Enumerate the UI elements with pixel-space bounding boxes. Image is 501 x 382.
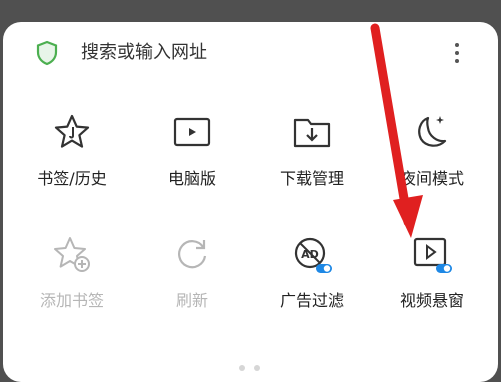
tile-add-bookmark[interactable]: 添加书签 xyxy=(17,234,127,334)
video-window-icon xyxy=(413,237,452,273)
tile-refresh[interactable]: 刷新 xyxy=(137,234,247,334)
tile-download-manager[interactable]: 下载管理 xyxy=(257,112,367,212)
download-folder-icon xyxy=(293,118,331,148)
page-dot xyxy=(254,365,260,371)
page-dot xyxy=(239,365,245,371)
more-options-icon[interactable] xyxy=(451,40,463,68)
desktop-icon xyxy=(173,117,211,147)
page-indicator xyxy=(239,356,269,375)
tile-label: 电脑版 xyxy=(167,169,216,188)
tile-ad-filter[interactable]: AD 广告过滤 xyxy=(257,234,367,334)
tile-label: 下载管理 xyxy=(279,169,344,188)
tile-label: 夜间模式 xyxy=(399,169,464,188)
address-input-placeholder[interactable]: 搜索或输入网址 xyxy=(81,40,207,66)
tile-desktop-mode[interactable]: 电脑版 xyxy=(137,112,247,212)
ad-block-icon: AD xyxy=(294,237,332,273)
shield-icon xyxy=(36,40,58,66)
tile-label: 刷新 xyxy=(175,291,208,310)
tile-label: 视频悬窗 xyxy=(399,291,464,310)
moon-icon xyxy=(418,116,447,147)
refresh-icon xyxy=(178,240,207,269)
menu-sheet: 搜索或输入网址 书签/历史 电脑版 下载管理 夜间模式 添加书签 刷新 AD 广… xyxy=(3,22,498,382)
tile-label: 添加书签 xyxy=(39,291,104,310)
address-bar[interactable]: 搜索或输入网址 xyxy=(3,22,498,86)
tile-video-float-window[interactable]: 视频悬窗 xyxy=(377,234,487,334)
tile-bookmarks-history[interactable]: 书签/历史 xyxy=(17,112,127,212)
svg-text:AD: AD xyxy=(301,248,319,261)
add-star-icon xyxy=(54,237,90,272)
tile-label: 书签/历史 xyxy=(37,169,107,188)
star-icon xyxy=(54,114,90,148)
tile-label: 广告过滤 xyxy=(279,291,344,310)
tile-night-mode[interactable]: 夜间模式 xyxy=(377,112,487,212)
